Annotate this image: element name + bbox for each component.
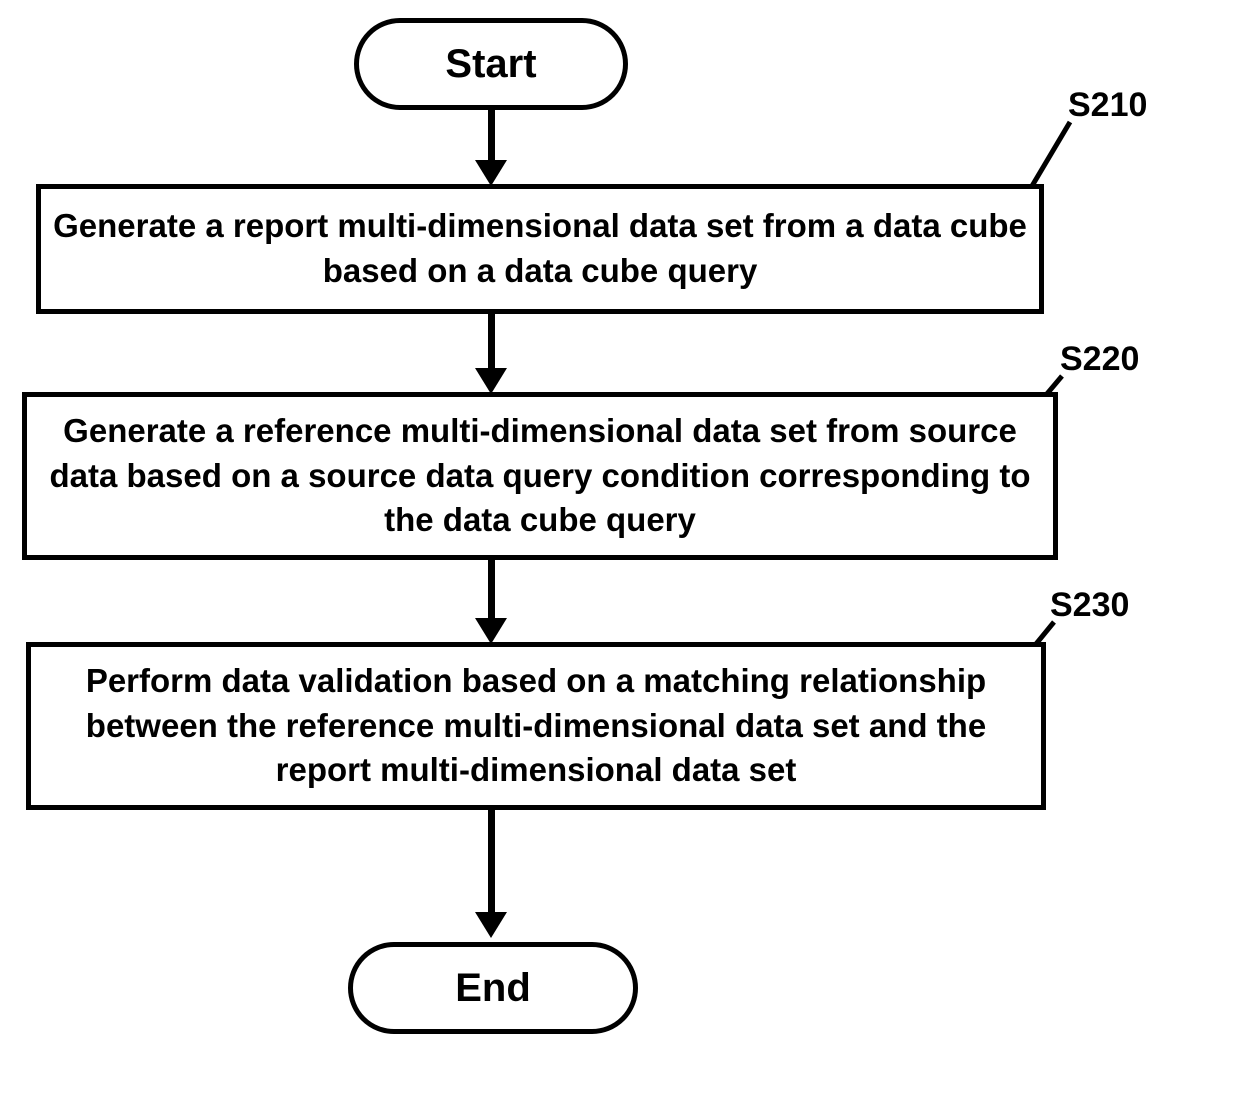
process-s210-text: Generate a report multi-dimensional data… xyxy=(53,204,1027,293)
process-s230-text: Perform data validation based on a match… xyxy=(43,659,1029,793)
terminator-end-label: End xyxy=(455,968,531,1008)
process-s210: Generate a report multi-dimensional data… xyxy=(36,184,1044,314)
process-s220: Generate a reference multi-dimensional d… xyxy=(22,392,1058,560)
label-s220: S220 xyxy=(1060,340,1139,379)
process-s220-text: Generate a reference multi-dimensional d… xyxy=(39,409,1041,543)
label-s210: S210 xyxy=(1068,86,1147,125)
label-s230: S230 xyxy=(1050,586,1129,625)
terminator-start: Start xyxy=(354,18,628,110)
terminator-start-label: Start xyxy=(445,44,536,84)
process-s230: Perform data validation based on a match… xyxy=(26,642,1046,810)
flowchart-canvas: Start Generate a report multi-dimensiona… xyxy=(0,0,1240,1099)
terminator-end: End xyxy=(348,942,638,1034)
